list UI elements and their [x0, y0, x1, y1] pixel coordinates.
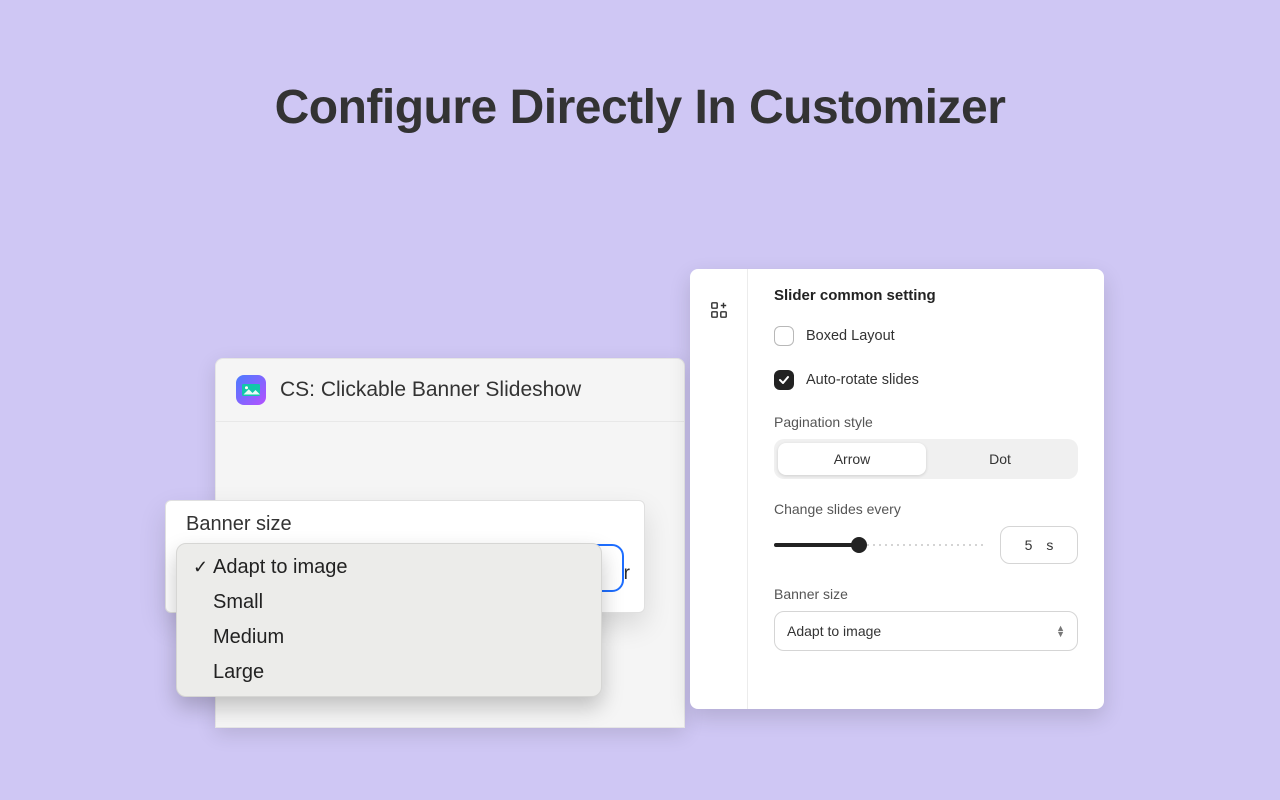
settings-rail: [690, 269, 748, 709]
slider-fill: [774, 543, 859, 547]
dropdown-option-medium[interactable]: Medium: [177, 620, 601, 655]
select-stepper-icon: ▲▼: [1056, 625, 1065, 637]
dropdown-option-small[interactable]: Small: [177, 585, 601, 620]
change-every-label: Change slides every: [774, 501, 1078, 517]
change-every-readout[interactable]: 5 s: [1000, 526, 1078, 564]
app-card-title: CS: Clickable Banner Slideshow: [280, 378, 581, 402]
settings-title: Slider common setting: [774, 287, 1078, 304]
banner-size-label: Banner size: [186, 513, 624, 536]
pagination-arrow[interactable]: Arrow: [778, 443, 926, 475]
boxed-layout-option[interactable]: Boxed Layout: [774, 326, 1078, 346]
settings-panel: Slider common setting Boxed Layout Auto-…: [690, 269, 1104, 709]
checkbox-checked-icon: [774, 370, 794, 390]
sections-icon[interactable]: [710, 301, 728, 709]
auto-rotate-option[interactable]: Auto-rotate slides: [774, 370, 1078, 390]
pagination-segmented: Arrow Dot: [774, 439, 1078, 479]
truncated-text: r: [624, 563, 630, 585]
change-every-slider[interactable]: [774, 538, 986, 552]
banner-size-dropdown: ✓ Adapt to image Small Medium Large: [176, 543, 602, 697]
slider-knob-icon: [851, 537, 867, 553]
boxed-layout-label: Boxed Layout: [806, 328, 895, 344]
page-headline: Configure Directly In Customizer: [0, 80, 1280, 135]
app-icon: [236, 375, 266, 405]
auto-rotate-label: Auto-rotate slides: [806, 372, 919, 388]
pagination-label: Pagination style: [774, 414, 1078, 430]
dropdown-option-adapt[interactable]: ✓ Adapt to image: [177, 550, 601, 585]
panel-banner-size-select[interactable]: Adapt to image ▲▼: [774, 611, 1078, 651]
pagination-dot[interactable]: Dot: [926, 443, 1074, 475]
dropdown-option-large[interactable]: Large: [177, 655, 601, 690]
slider-dots: [859, 544, 986, 546]
panel-banner-size-value: Adapt to image: [787, 623, 881, 639]
app-card-header: CS: Clickable Banner Slideshow: [216, 359, 684, 422]
checkbox-unchecked-icon: [774, 326, 794, 346]
check-icon: ✓: [193, 557, 213, 578]
dropdown-option-label: Medium: [213, 626, 284, 649]
dropdown-option-label: Adapt to image: [213, 556, 348, 579]
change-every-row: 5 s: [774, 526, 1078, 564]
dropdown-option-label: Small: [213, 591, 263, 614]
panel-banner-size-label: Banner size: [774, 586, 1078, 602]
settings-content: Slider common setting Boxed Layout Auto-…: [748, 269, 1104, 709]
change-every-value: 5: [1025, 537, 1033, 553]
change-every-unit: s: [1046, 537, 1053, 553]
dropdown-option-label: Large: [213, 661, 264, 684]
